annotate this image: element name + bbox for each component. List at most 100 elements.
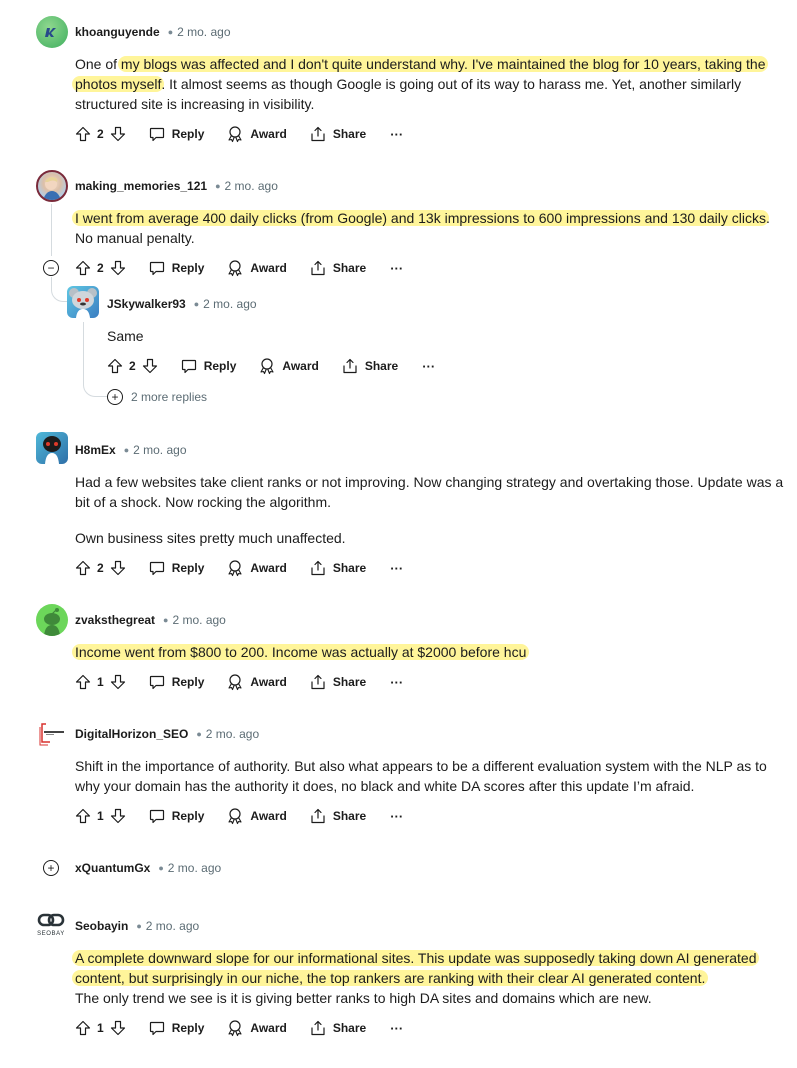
reply-button[interactable]: Reply xyxy=(148,125,204,143)
author-name[interactable]: khoanguyende xyxy=(75,25,160,39)
digital-horizon-logo-icon xyxy=(39,723,64,746)
upvote-icon xyxy=(75,126,91,142)
upvote-icon xyxy=(75,260,91,276)
reply-label: Reply xyxy=(203,359,237,373)
thread-connector xyxy=(51,286,67,302)
avatar[interactable] xyxy=(36,170,68,202)
comment-icon xyxy=(149,675,164,690)
upvote-button[interactable] xyxy=(75,260,91,276)
share-button[interactable]: Share xyxy=(309,673,366,691)
reply-button[interactable]: Reply xyxy=(148,259,204,277)
timestamp[interactable]: 2 mo. ago xyxy=(172,613,225,627)
award-button[interactable]: Award xyxy=(226,807,287,825)
timestamp[interactable]: 2 mo. ago xyxy=(146,919,199,933)
upvote-button[interactable] xyxy=(75,560,91,576)
share-icon xyxy=(311,1020,325,1036)
reply-button[interactable]: Reply xyxy=(148,673,204,691)
more-options-button[interactable]: ··· xyxy=(390,675,403,690)
downvote-button[interactable] xyxy=(110,808,126,824)
vote-count: 1 xyxy=(97,675,104,689)
comment-icon xyxy=(149,561,164,576)
avatar[interactable] xyxy=(67,286,99,318)
reply-button[interactable]: Reply xyxy=(148,807,204,825)
share-label: Share xyxy=(332,1021,367,1035)
author-name[interactable]: zvaksthegreat xyxy=(75,613,155,627)
more-options-button[interactable]: ··· xyxy=(390,1021,403,1036)
avatar[interactable] xyxy=(36,16,68,48)
more-options-button[interactable]: ··· xyxy=(390,127,403,142)
plus-icon: + xyxy=(107,389,123,405)
collapse-thread-button[interactable]: − xyxy=(43,260,59,276)
comment-actions: 1 Reply Award Share ··· xyxy=(75,1016,403,1040)
upvote-button[interactable] xyxy=(75,126,91,142)
share-button[interactable]: Share xyxy=(309,807,366,825)
share-button[interactable]: Share xyxy=(341,357,398,375)
reply-button[interactable]: Reply xyxy=(148,559,204,577)
upvote-button[interactable] xyxy=(107,358,123,374)
separator-dot: ● xyxy=(196,729,202,739)
share-label: Share xyxy=(332,675,367,689)
upvote-button[interactable] xyxy=(75,1020,91,1036)
author-name[interactable]: H8mEx xyxy=(75,443,116,457)
share-button[interactable]: Share xyxy=(309,1019,366,1037)
more-options-button[interactable]: ··· xyxy=(390,561,403,576)
award-button[interactable]: Award xyxy=(226,559,287,577)
share-label: Share xyxy=(364,359,399,373)
award-icon xyxy=(228,674,242,691)
thread-line[interactable] xyxy=(83,322,84,382)
timestamp[interactable]: 2 mo. ago xyxy=(177,25,230,39)
more-options-button[interactable]: ··· xyxy=(422,359,435,374)
timestamp[interactable]: 2 mo. ago xyxy=(133,443,186,457)
timestamp[interactable]: 2 mo. ago xyxy=(206,727,259,741)
upvote-button[interactable] xyxy=(75,808,91,824)
award-button[interactable]: Award xyxy=(226,259,287,277)
award-button[interactable]: Award xyxy=(226,673,287,691)
more-replies-link[interactable]: + 2 more replies xyxy=(107,389,207,405)
avatar[interactable] xyxy=(36,432,68,464)
award-icon xyxy=(228,126,242,143)
author-name[interactable]: DigitalHorizon_SEO xyxy=(75,727,188,741)
award-icon xyxy=(228,260,242,277)
award-button[interactable]: Award xyxy=(258,357,319,375)
downvote-button[interactable] xyxy=(110,674,126,690)
author-name[interactable]: Seobayin xyxy=(75,919,128,933)
upvote-button[interactable] xyxy=(75,674,91,690)
award-button[interactable]: Award xyxy=(226,125,287,143)
award-label: Award xyxy=(282,359,319,373)
downvote-button[interactable] xyxy=(110,260,126,276)
avatar[interactable] xyxy=(36,604,68,636)
avatar[interactable]: SEOBAY xyxy=(36,910,68,942)
timestamp[interactable]: 2 mo. ago xyxy=(168,861,221,875)
downvote-button[interactable] xyxy=(110,1020,126,1036)
minus-icon: − xyxy=(47,261,55,275)
reply-button[interactable]: Reply xyxy=(180,357,237,375)
award-label: Award xyxy=(250,809,287,823)
share-button[interactable]: Share xyxy=(309,259,366,277)
vote-count: 2 xyxy=(97,127,104,141)
comment-body: Same xyxy=(107,326,787,346)
timestamp[interactable]: 2 mo. ago xyxy=(225,179,278,193)
downvote-button[interactable] xyxy=(142,358,158,374)
more-options-button[interactable]: ··· xyxy=(390,809,403,824)
more-options-button[interactable]: ··· xyxy=(390,261,403,276)
share-button[interactable]: Share xyxy=(309,125,366,143)
vote-count: 1 xyxy=(97,809,104,823)
share-icon xyxy=(311,126,325,142)
author-name[interactable]: JSkywalker93 xyxy=(107,297,186,311)
expand-comment-button[interactable]: + xyxy=(43,860,59,876)
avatar[interactable] xyxy=(36,718,68,750)
downvote-button[interactable] xyxy=(110,126,126,142)
downvote-button[interactable] xyxy=(110,560,126,576)
author-name[interactable]: xQuantumGx xyxy=(75,861,150,875)
timestamp[interactable]: 2 mo. ago xyxy=(203,297,256,311)
award-icon xyxy=(260,358,274,375)
award-button[interactable]: Award xyxy=(226,1019,287,1037)
author-name[interactable]: making_memories_121 xyxy=(75,179,207,193)
comment-meta: khoanguyende ● 2 mo. ago xyxy=(75,22,231,42)
thread-line[interactable] xyxy=(51,204,52,256)
comment-body: Had a few websites take client ranks or … xyxy=(75,472,787,548)
separator-dot: ● xyxy=(158,863,164,873)
share-button[interactable]: Share xyxy=(309,559,366,577)
reply-button[interactable]: Reply xyxy=(148,1019,204,1037)
share-icon xyxy=(311,674,325,690)
